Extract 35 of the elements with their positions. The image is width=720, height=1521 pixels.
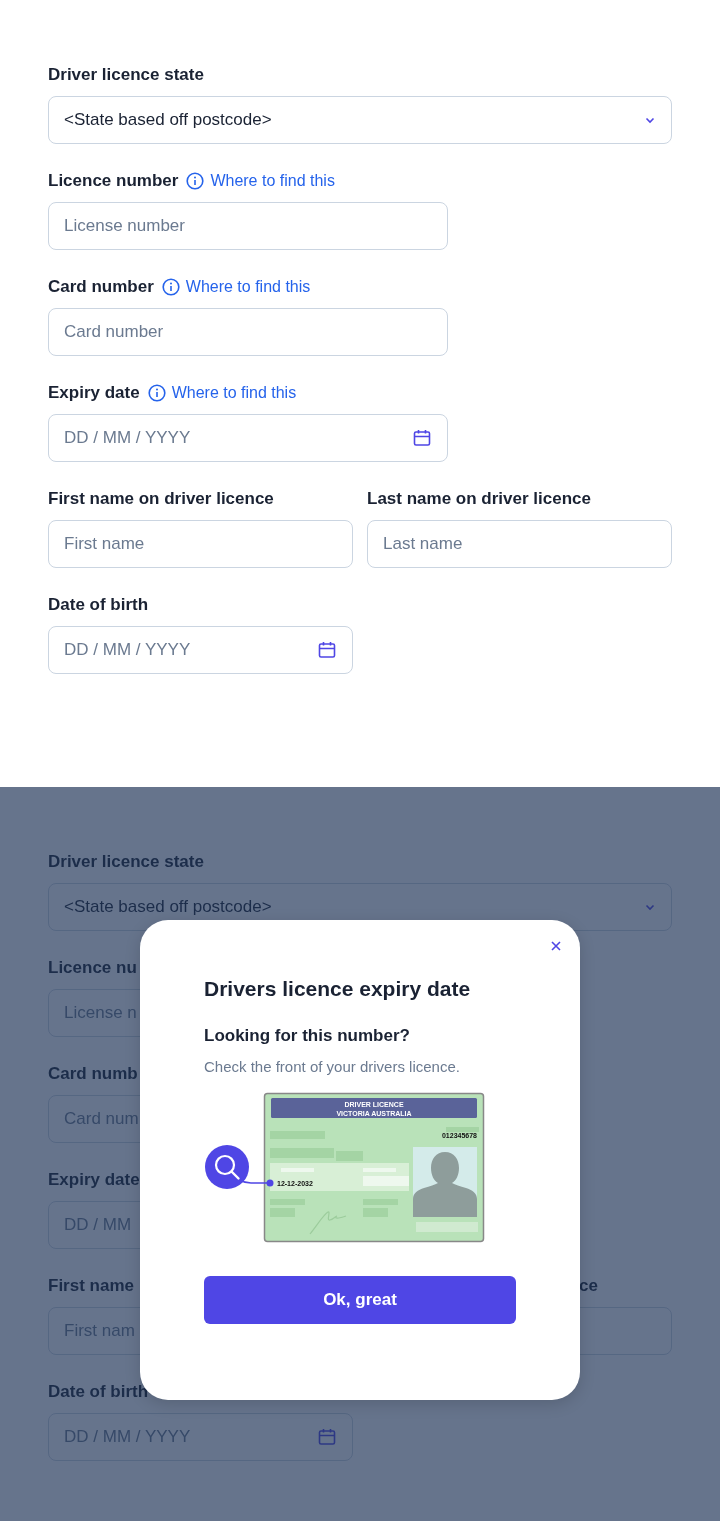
modal-title: Drivers licence expiry date bbox=[204, 976, 472, 1002]
input-field[interactable]: Last name bbox=[367, 520, 672, 568]
pointer-dot bbox=[266, 1179, 274, 1187]
input-field[interactable]: Card number bbox=[48, 308, 448, 356]
field-label: First name on driver licence bbox=[48, 489, 274, 509]
field-label: Last name on driver licence bbox=[367, 489, 591, 509]
field-label: Card number bbox=[48, 277, 154, 297]
state-dropdown[interactable]: <State based off postcode> bbox=[48, 96, 672, 144]
help-link[interactable]: Where to find this bbox=[161, 278, 311, 296]
calendar-icon[interactable] bbox=[413, 429, 431, 447]
field-label: Card numb bbox=[48, 1064, 138, 1084]
field-label: First name bbox=[48, 1276, 134, 1296]
calendar-icon[interactable] bbox=[318, 641, 336, 659]
field-label: Date of birth bbox=[48, 1382, 149, 1402]
field-label: Licence number bbox=[48, 171, 179, 191]
field-label: Driver licence state bbox=[48, 65, 204, 85]
help-link[interactable]: Where to find this bbox=[147, 384, 297, 402]
info-icon bbox=[147, 384, 166, 402]
modal-subtitle: Looking for this number? bbox=[204, 1025, 411, 1047]
info-icon bbox=[161, 278, 180, 296]
search-icon bbox=[205, 1145, 249, 1189]
field-label: Licence nu bbox=[48, 958, 137, 978]
input-field[interactable]: License number bbox=[48, 202, 448, 250]
field-label: Expiry date bbox=[48, 383, 140, 403]
field-label: Expiry date bbox=[48, 1170, 140, 1190]
field-label: ce bbox=[579, 1276, 598, 1296]
modal-description: Check the front of your drivers licence. bbox=[204, 1057, 461, 1077]
date-field[interactable]: DD / MM / YYYY bbox=[48, 414, 448, 462]
date-field[interactable]: DD / MM / YYYY bbox=[48, 626, 353, 674]
field-label: Date of birth bbox=[48, 595, 149, 615]
help-link[interactable]: Where to find this bbox=[186, 172, 335, 190]
input-field[interactable]: First name bbox=[48, 520, 353, 568]
info-icon bbox=[186, 172, 205, 190]
ok-button[interactable]: Ok, great bbox=[204, 1276, 516, 1324]
field-label: Driver licence state bbox=[48, 852, 204, 872]
